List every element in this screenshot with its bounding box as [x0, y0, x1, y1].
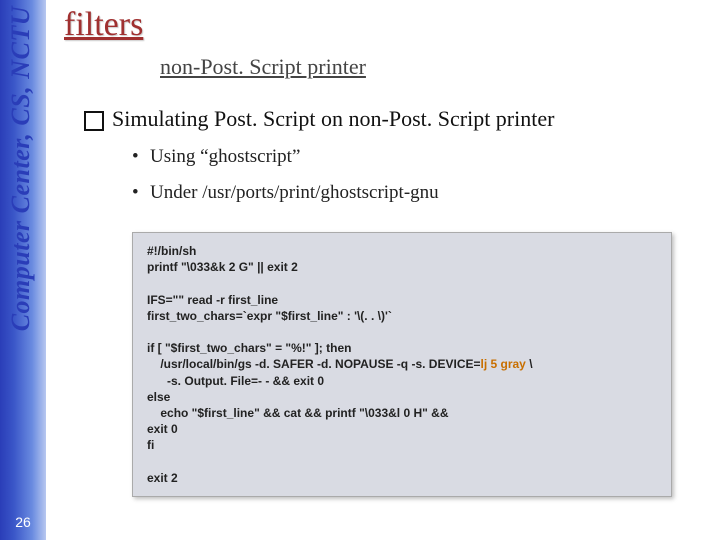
slide-title: filters [64, 6, 688, 44]
code-line: #!/bin/sh [147, 244, 196, 258]
code-line: fi [147, 438, 154, 452]
code-line: /usr/local/bin/gs -d. SAFER -d. NOPAUSE … [147, 357, 481, 371]
slide-content: filters non-Post. Script printer Simulat… [64, 0, 704, 497]
code-line: -s. Output. File=- - && exit 0 [147, 374, 324, 388]
code-line: exit 2 [147, 471, 178, 485]
code-line: if [ "$first_two_chars" = "%!" ]; then [147, 341, 351, 355]
sidebar-org-text: Computer Center, CS, NCTU [6, 6, 36, 331]
code-line: \ [526, 357, 533, 371]
code-line: exit 0 [147, 422, 178, 436]
bullet-main: Simulating Post. Script on non-Post. Scr… [84, 106, 688, 132]
code-line: echo "$first_line" && cat && printf "\03… [147, 406, 449, 420]
code-highlight: lj 5 gray [481, 357, 526, 371]
bullet-sub-1: Using “ghostscript” [132, 146, 688, 168]
code-line: IFS="" read -r first_line [147, 293, 278, 307]
code-line: else [147, 390, 170, 404]
code-line: printf "\033&k 2 G" || exit 2 [147, 260, 298, 274]
slide-subtitle: non-Post. Script printer [160, 54, 688, 80]
page-number: 26 [0, 514, 46, 530]
bullet-sub-2: Under /usr/ports/print/ghostscript-gnu [132, 182, 688, 204]
bullet-block: Simulating Post. Script on non-Post. Scr… [84, 106, 688, 204]
code-block: #!/bin/sh printf "\033&k 2 G" || exit 2 … [132, 232, 672, 497]
code-line: first_two_chars=`expr "$first_line" : '\… [147, 309, 392, 323]
